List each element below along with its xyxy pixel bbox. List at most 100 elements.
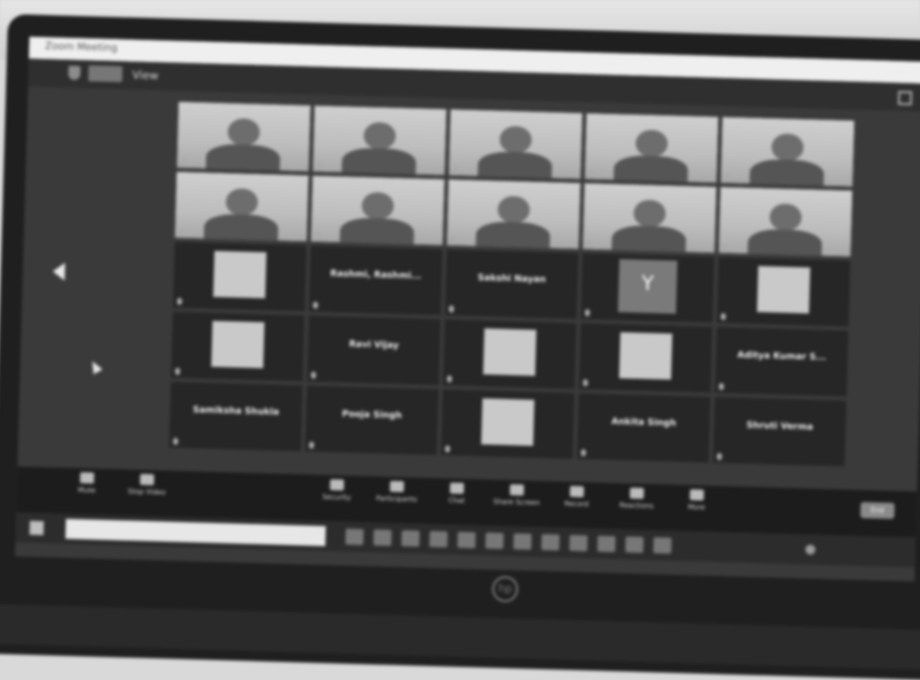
participant-tile[interactable] — [175, 100, 312, 173]
people-icon — [389, 480, 405, 493]
hp-logo: hp — [491, 575, 519, 603]
microphone-icon — [79, 472, 95, 484]
microphone-icon — [312, 301, 319, 309]
participant-tile[interactable]: Rashmi, Rashmi... — [307, 244, 444, 317]
microphone-icon — [314, 231, 321, 239]
participant-profile-picture — [212, 250, 267, 299]
participant-body — [749, 158, 825, 188]
participant-body — [203, 213, 279, 243]
participant-tile[interactable] — [439, 388, 576, 460]
taskbar-app-icon[interactable] — [625, 536, 644, 553]
participant-profile-picture — [480, 398, 535, 446]
microphone-icon — [308, 441, 315, 449]
system-tray-icon[interactable] — [805, 544, 816, 555]
participant-body — [475, 221, 551, 251]
participant-tile[interactable] — [311, 104, 448, 177]
microphone-icon — [722, 243, 728, 251]
participant-tile[interactable] — [173, 170, 310, 243]
end-meeting-button[interactable]: End — [860, 501, 895, 519]
taskbar-app-icon[interactable] — [485, 532, 504, 550]
taskbar-search-box[interactable] — [65, 518, 326, 547]
control-label: Security — [322, 492, 352, 502]
taskbar-app-icon[interactable] — [429, 530, 448, 548]
microphone-icon — [452, 165, 458, 173]
control-button[interactable]: Record — [546, 485, 607, 509]
participant-tile[interactable]: Pooja Singh — [303, 384, 440, 457]
microphone-icon — [444, 445, 451, 453]
taskbar-app-icon[interactable] — [569, 534, 588, 552]
participant-body — [341, 147, 417, 177]
control-label: Share Screen — [493, 497, 540, 508]
gallery-view-icon[interactable] — [897, 90, 913, 106]
control-button[interactable]: Security — [307, 479, 368, 503]
participant-tile[interactable] — [169, 310, 306, 383]
taskbar-app-icon[interactable] — [373, 529, 392, 546]
chat-icon — [449, 482, 465, 494]
laptop-body: Zoom Meeting View Rashmi, Rashmi... Saksh… — [0, 14, 920, 680]
participant-name: Pooja Singh — [341, 409, 403, 422]
participant-tile[interactable] — [577, 322, 714, 394]
participant-tile[interactable] — [309, 174, 446, 247]
participant-tile[interactable] — [719, 115, 856, 188]
microphone-icon — [448, 305, 455, 313]
participant-name: Ravi Vijay — [348, 339, 399, 352]
participant-tile[interactable] — [583, 112, 720, 184]
participant-tile[interactable]: Aditya Kumar S... — [713, 325, 850, 398]
taskbar-app-icon[interactable] — [597, 535, 616, 553]
control-button[interactable]: Participants — [367, 480, 428, 504]
microphone-icon — [588, 169, 594, 177]
control-button[interactable]: More — [666, 489, 727, 513]
smiley-icon — [629, 487, 645, 499]
mouse-cursor-icon — [87, 358, 103, 375]
start-button[interactable] — [29, 520, 44, 536]
participant-tile[interactable] — [171, 240, 308, 313]
microphone-icon — [446, 375, 453, 383]
share-icon — [509, 484, 525, 496]
control-label: Record — [564, 499, 589, 509]
participant-tile[interactable] — [441, 318, 578, 390]
control-button[interactable]: Share Screen — [486, 484, 547, 508]
participant-name: Aditya Kumar S... — [737, 350, 827, 364]
participant-body — [611, 224, 687, 254]
previous-page-arrow-icon[interactable] — [52, 262, 66, 281]
participant-avatar-initial: Y — [617, 259, 678, 314]
microphone-icon — [450, 235, 456, 243]
taskbar-app-icon[interactable] — [541, 534, 560, 551]
control-button[interactable]: Mute — [57, 472, 118, 496]
participant-tile[interactable]: Ankita Singh — [575, 392, 712, 464]
participant-tile[interactable]: Sakshi Nayan — [443, 248, 580, 321]
participant-tile[interactable]: Y — [579, 252, 716, 324]
participant-name: Samiksha Shukla — [192, 405, 280, 418]
participant-tile[interactable] — [715, 255, 852, 328]
participant-tile[interactable] — [447, 108, 584, 181]
participant-tile[interactable]: Samiksha Shukla — [167, 380, 304, 453]
participant-tile[interactable]: Ravi Vijay — [305, 314, 442, 387]
participant-tile[interactable] — [445, 178, 582, 251]
participant-name: Ankita Singh — [611, 417, 677, 429]
control-button[interactable]: Stop Video — [117, 473, 178, 497]
microphone-icon — [716, 452, 723, 461]
control-button[interactable]: Reactions — [606, 487, 667, 511]
control-button[interactable]: Chat — [426, 482, 487, 506]
taskbar-app-icon[interactable] — [513, 533, 532, 550]
camera-icon — [139, 473, 155, 486]
participant-body — [613, 154, 689, 184]
participant-tile[interactable] — [717, 185, 854, 258]
participant-tile[interactable]: Shruti Verma — [711, 395, 848, 468]
control-label: Reactions — [619, 501, 654, 511]
participant-body — [477, 151, 553, 181]
taskbar-app-icon[interactable] — [345, 528, 364, 546]
control-label: Mute — [77, 486, 96, 495]
participant-profile-picture — [210, 320, 265, 369]
taskbar-app-icon[interactable] — [457, 531, 476, 549]
participant-tile[interactable] — [581, 182, 718, 254]
view-button[interactable] — [88, 65, 123, 83]
microphone-icon — [584, 309, 590, 317]
window-title: Zoom Meeting — [44, 41, 118, 55]
taskbar-app-icon[interactable] — [401, 530, 420, 547]
view-label[interactable]: View — [132, 68, 158, 82]
shield-icon[interactable] — [68, 65, 81, 81]
participant-name: Sakshi Nayan — [477, 273, 547, 286]
taskbar-app-icon[interactable] — [653, 537, 672, 554]
microphone-icon — [718, 382, 724, 391]
